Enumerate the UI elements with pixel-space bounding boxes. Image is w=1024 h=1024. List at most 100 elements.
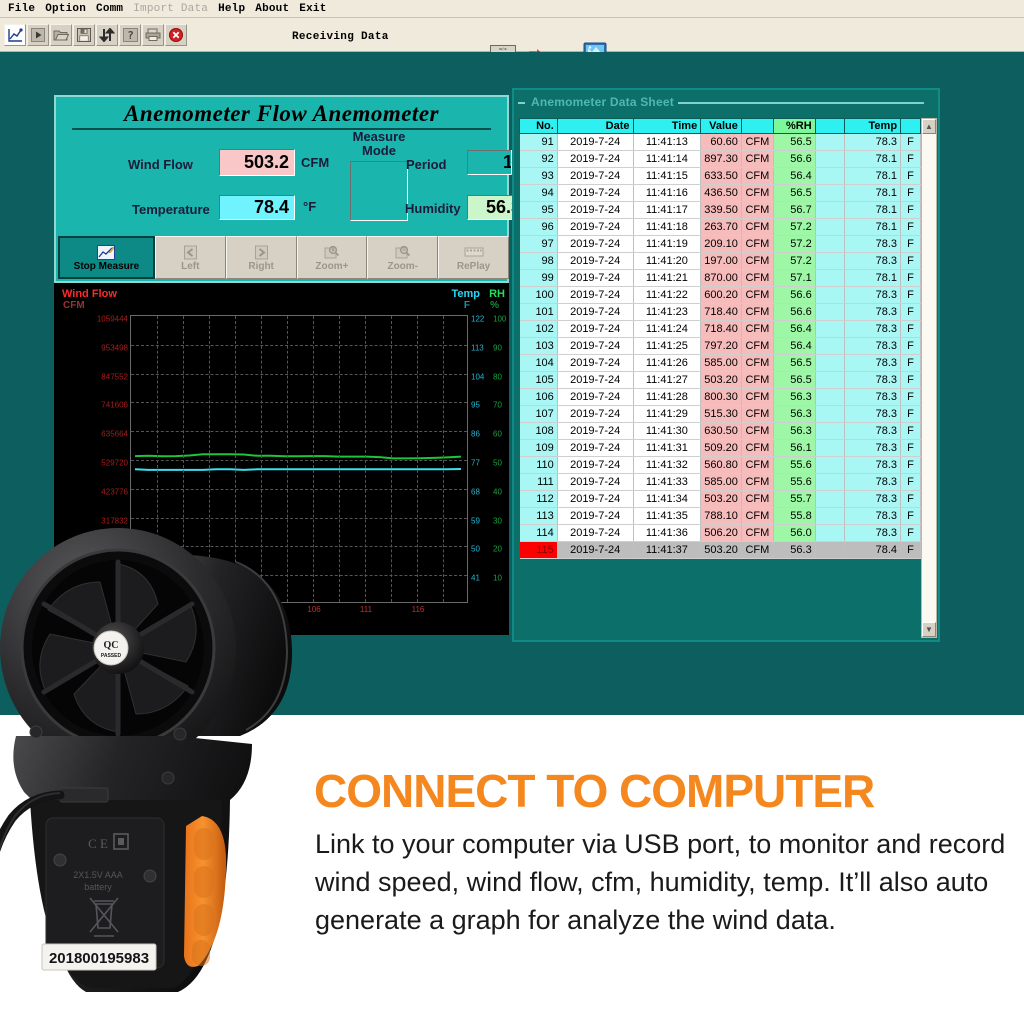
cell-no: 93 [520,168,558,185]
cell-value-unit: CFM [741,219,773,236]
cell-temp-unit: F [901,219,921,236]
column-header-temp[interactable]: Temp [845,119,901,134]
cell-rh-spacer [815,440,845,457]
cell-time: 11:41:16 [633,185,701,202]
column-header-temp-unit[interactable] [901,119,921,134]
data-sheet-grid[interactable]: No. Date Time Value %RH Temp [519,118,921,638]
cell-value: 560.80 [701,457,742,474]
cell-rh-spacer [815,372,845,389]
replay-button[interactable]: RePlay [438,236,509,279]
column-header-no[interactable]: No. [520,119,558,134]
column-header-rh-spacer[interactable] [815,119,845,134]
wind-flow-label: Wind Flow [128,157,193,172]
cell-no: 108 [520,423,558,440]
menu-item-help[interactable]: Help [213,3,250,15]
svg-text:201800195983: 201800195983 [49,950,149,967]
menu-item-about[interactable]: About [250,3,294,15]
data-sheet-panel: Anemometer Data Sheet No. Date Time Valu… [512,88,940,642]
cell-temp-unit: F [901,202,921,219]
menu-item-file[interactable]: File [3,3,40,15]
table-row[interactable]: 952019-7-2411:41:17339.50CFM56.778.1F [520,202,921,219]
cell-date: 2019-7-24 [557,236,633,253]
cell-value-unit: CFM [741,236,773,253]
column-header-date[interactable]: Date [557,119,633,134]
table-row[interactable]: 1142019-7-2411:41:36506.20CFM56.078.3F [520,525,921,542]
transfer-arrows-icon[interactable] [96,24,118,46]
cell-rh: 55.6 [773,474,815,491]
cell-time: 11:41:19 [633,236,701,253]
open-folder-icon[interactable] [50,24,72,46]
cell-no: 100 [520,287,558,304]
column-header-rh[interactable]: %RH [773,119,815,134]
table-row[interactable]: 1032019-7-2411:41:25797.20CFM56.478.3F [520,338,921,355]
right-button[interactable]: Right [226,236,297,279]
cell-date: 2019-7-24 [557,389,633,406]
play-icon[interactable] [27,24,49,46]
ce-mark: C E [88,836,108,851]
table-row[interactable]: 1072019-7-2411:41:29515.30CFM56.378.3F [520,406,921,423]
table-row[interactable]: 1112019-7-2411:41:33585.00CFM55.678.3F [520,474,921,491]
table-row[interactable]: 932019-7-2411:41:15633.50CFM56.478.1F [520,168,921,185]
save-disk-icon[interactable] [73,24,95,46]
cell-time: 11:41:18 [633,219,701,236]
cell-time: 11:41:26 [633,355,701,372]
table-row[interactable]: 1122019-7-2411:41:34503.20CFM55.778.3F [520,491,921,508]
menu-item-exit[interactable]: Exit [294,3,331,15]
stop-measure-button[interactable]: Stop Measure [58,236,155,279]
cell-value-unit: CFM [741,406,773,423]
table-row[interactable]: 1042019-7-2411:41:26585.00CFM56.578.3F [520,355,921,372]
table-row[interactable]: 1022019-7-2411:41:24718.40CFM56.478.3F [520,321,921,338]
table-row[interactable]: 922019-7-2411:41:14897.30CFM56.678.1F [520,151,921,168]
table-row[interactable]: 972019-7-2411:41:19209.10CFM57.278.3F [520,236,921,253]
table-row[interactable]: 912019-7-2411:41:1360.60CFM56.578.3F [520,134,921,151]
table-row[interactable]: 1062019-7-2411:41:28800.30CFM56.378.3F [520,389,921,406]
table-row[interactable]: 942019-7-2411:41:16436.50CFM56.578.1F [520,185,921,202]
left-axis-tick: 953498 [101,343,128,352]
cell-date: 2019-7-24 [557,219,633,236]
stop-close-icon[interactable] [165,24,187,46]
column-header-time[interactable]: Time [633,119,701,134]
table-row[interactable]: 962019-7-2411:41:18263.70CFM57.278.1F [520,219,921,236]
left-axis-tick: 1059444 [97,315,128,324]
table-row[interactable]: 1002019-7-2411:41:22600.20CFM56.678.3F [520,287,921,304]
cell-rh: 56.0 [773,525,815,542]
scroll-up-button[interactable]: ▲ [922,119,936,134]
cell-rh-spacer [815,270,845,287]
zoom-out-button[interactable]: Zoom- [367,236,438,279]
svg-text:PASSED: PASSED [101,653,122,659]
measure-mode-field[interactable] [350,161,408,221]
table-row[interactable]: 1132019-7-2411:41:35788.10CFM55.878.3F [520,508,921,525]
menu-item-option[interactable]: Option [40,3,91,15]
table-row[interactable]: 982019-7-2411:41:20197.00CFM57.278.3F [520,253,921,270]
column-header-value-unit[interactable] [741,119,773,134]
cell-value-unit: CFM [741,542,773,559]
table-row[interactable]: 1082019-7-2411:41:30630.50CFM56.378.3F [520,423,921,440]
cell-rh: 55.7 [773,491,815,508]
table-row[interactable]: 1152019-7-2411:41:37503.20CFM56.378.4F [520,542,921,559]
print-icon[interactable] [142,24,164,46]
table-row[interactable]: 1052019-7-2411:41:27503.20CFM56.578.3F [520,372,921,389]
column-header-value[interactable]: Value [701,119,742,134]
chart-icon[interactable] [4,24,26,46]
cell-rh: 56.5 [773,134,815,151]
menu-item-comm[interactable]: Comm [91,3,128,15]
vertical-scrollbar[interactable]: ▲ ▼ [921,118,937,638]
cell-rh: 56.1 [773,440,815,457]
table-row[interactable]: 1102019-7-2411:41:32560.80CFM55.678.3F [520,457,921,474]
help-question-icon[interactable]: ? [119,24,141,46]
chart-temp-axis-title: Temp [451,288,480,300]
orange-grip [184,816,226,967]
table-row[interactable]: 992019-7-2411:41:21870.00CFM57.178.1F [520,270,921,287]
cell-date: 2019-7-24 [557,491,633,508]
table-row[interactable]: 1012019-7-2411:41:23718.40CFM56.678.3F [520,304,921,321]
zoom-in-button[interactable]: Zoom+ [297,236,368,279]
cell-value-unit: CFM [741,304,773,321]
cell-date: 2019-7-24 [557,253,633,270]
left-button[interactable]: Left [155,236,226,279]
cell-no: 96 [520,219,558,236]
scroll-down-button[interactable]: ▼ [922,622,936,637]
cell-temp-unit: F [901,338,921,355]
cell-time: 11:41:30 [633,423,701,440]
table-row[interactable]: 1092019-7-2411:41:31509.20CFM56.178.3F [520,440,921,457]
cell-temp-unit: F [901,525,921,542]
